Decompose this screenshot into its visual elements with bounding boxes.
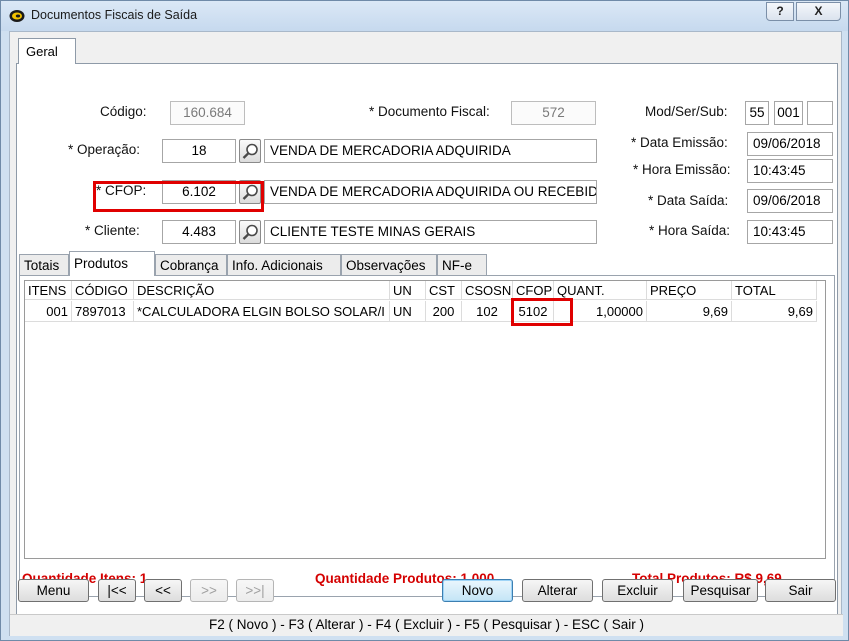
modelo-field[interactable]: 55 xyxy=(745,101,769,125)
grid-header-total[interactable]: TOTAL xyxy=(732,281,817,300)
serie-field[interactable]: 001 xyxy=(774,101,803,125)
data-saida-label: * Data Saída: xyxy=(648,193,729,208)
help-button[interactable]: ? xyxy=(766,2,794,21)
window: Documentos Fiscais de Saída ? X Geral Có… xyxy=(0,0,849,641)
documento-fiscal-field[interactable]: 572 xyxy=(511,101,596,125)
grid-header-un[interactable]: UN xyxy=(390,281,426,300)
grid-header-descricao[interactable]: DESCRIÇÃO xyxy=(134,281,390,300)
tab-produtos[interactable]: Produtos xyxy=(69,251,155,276)
excluir-button[interactable]: Excluir xyxy=(602,579,673,602)
grid-cell-total[interactable]: 9,69 xyxy=(732,301,817,322)
client-area: Geral Código: 160.684 * Documento Fiscal… xyxy=(9,31,843,636)
tab-geral[interactable]: Geral xyxy=(18,38,76,64)
sair-button[interactable]: Sair xyxy=(765,579,836,602)
documento-fiscal-label: * Documento Fiscal: xyxy=(369,104,490,119)
grid-cell-itens[interactable]: 001 xyxy=(25,301,72,322)
geral-panel: Código: 160.684 * Documento Fiscal: 572 … xyxy=(16,63,838,633)
novo-button[interactable]: Novo xyxy=(442,579,513,602)
cliente-code-field[interactable]: 4.483 xyxy=(162,220,236,244)
cliente-search-button[interactable] xyxy=(239,220,261,244)
cfop-description-field[interactable]: VENDA DE MERCADORIA ADQUIRIDA OU RECEBID… xyxy=(264,180,597,204)
first-record-button[interactable]: |<< xyxy=(98,579,136,602)
grid-header-itens[interactable]: ITENS xyxy=(25,281,72,300)
alterar-button[interactable]: Alterar xyxy=(522,579,593,602)
cliente-description-field[interactable]: CLIENTE TESTE MINAS GERAIS xyxy=(264,220,597,244)
tab-info-adicionais[interactable]: Info. Adicionais xyxy=(227,254,341,276)
previous-record-button[interactable]: << xyxy=(144,579,182,602)
mod-ser-sub-label: Mod/Ser/Sub: xyxy=(645,104,728,119)
grid-header-codigo[interactable]: CÓDIGO xyxy=(72,281,134,300)
grid-cfop-highlight-box xyxy=(511,298,573,326)
grid-header-cst[interactable]: CST xyxy=(426,281,462,300)
last-record-button[interactable]: >>| xyxy=(236,579,274,602)
close-button[interactable]: X xyxy=(796,2,841,21)
title-bar: Documentos Fiscais de Saída ? X xyxy=(1,1,848,31)
grid-cell-csosn[interactable]: 102 xyxy=(462,301,513,322)
cliente-label: * Cliente: xyxy=(85,223,140,238)
app-logo-icon xyxy=(9,10,25,22)
produtos-grid[interactable]: ITENS CÓDIGO DESCRIÇÃO UN CST CSOSN CFOP… xyxy=(24,280,826,559)
tab-cobranca[interactable]: Cobrança xyxy=(155,254,227,276)
subserie-field[interactable] xyxy=(807,101,833,125)
produtos-panel: ITENS CÓDIGO DESCRIÇÃO UN CST CSOSN CFOP… xyxy=(19,275,835,597)
hora-saida-label: * Hora Saída: xyxy=(649,223,731,238)
grid-cell-un[interactable]: UN xyxy=(390,301,426,322)
codigo-field[interactable]: 160.684 xyxy=(170,101,245,125)
cfop-highlight-box xyxy=(93,181,264,212)
codigo-label: Código: xyxy=(100,104,147,119)
operacao-search-button[interactable] xyxy=(239,139,261,163)
operacao-description-field[interactable]: VENDA DE MERCADORIA ADQUIRIDA xyxy=(264,139,597,163)
operacao-code-field[interactable]: 18 xyxy=(162,139,236,163)
grid-cell-codigo[interactable]: 7897013 xyxy=(72,301,134,322)
menu-button[interactable]: Menu xyxy=(18,579,89,602)
grid-cell-preco[interactable]: 9,69 xyxy=(647,301,732,322)
data-saida-field[interactable]: 09/06/2018 xyxy=(747,189,833,213)
hora-emissao-field[interactable]: 10:43:45 xyxy=(747,159,833,183)
magnifier-icon xyxy=(242,143,258,159)
tab-nfe[interactable]: NF-e xyxy=(437,254,487,276)
grid-header-preco[interactable]: PREÇO xyxy=(647,281,732,300)
grid-header-csosn[interactable]: CSOSN xyxy=(462,281,513,300)
grid-cell-descricao[interactable]: *CALCULADORA ELGIN BOLSO SOLAR/I xyxy=(134,301,390,322)
window-title: Documentos Fiscais de Saída xyxy=(31,8,198,22)
next-record-button[interactable]: >> xyxy=(190,579,228,602)
hora-emissao-label: * Hora Emissão: xyxy=(633,162,731,177)
tab-observacoes[interactable]: Observações xyxy=(341,254,437,276)
magnifier-icon xyxy=(242,224,258,240)
operacao-label: * Operação: xyxy=(68,142,141,157)
tab-totais[interactable]: Totais xyxy=(19,254,69,276)
hora-saida-field[interactable]: 10:43:45 xyxy=(747,220,833,244)
data-emissao-field[interactable]: 09/06/2018 xyxy=(747,132,833,156)
pesquisar-button[interactable]: Pesquisar xyxy=(683,579,758,602)
data-emissao-label: * Data Emissão: xyxy=(631,135,728,150)
keyboard-shortcuts-bar: F2 ( Novo ) - F3 ( Alterar ) - F4 ( Excl… xyxy=(10,614,843,636)
grid-cell-cst[interactable]: 200 xyxy=(426,301,462,322)
